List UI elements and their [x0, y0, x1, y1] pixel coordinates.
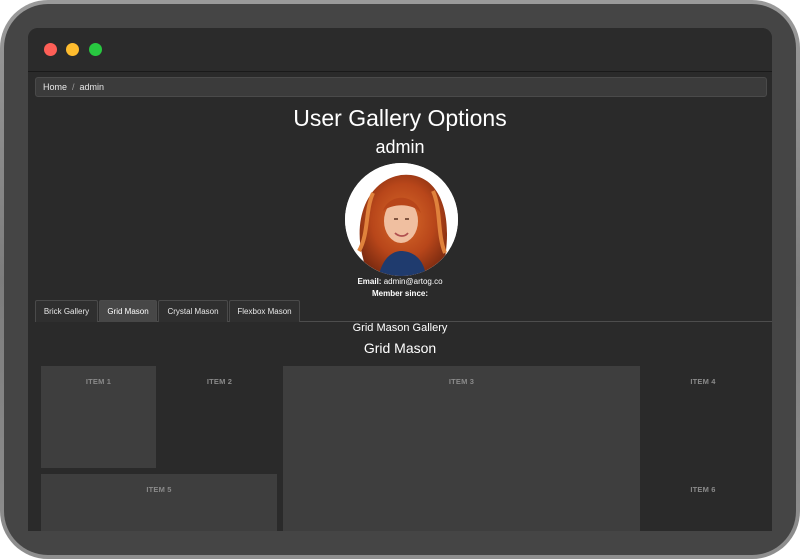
gallery-tabs: Brick Gallery Grid Mason Crystal Mason F…	[35, 300, 772, 322]
profile-member-since: Member since:	[28, 289, 772, 298]
member-since-label: Member since:	[371, 289, 429, 298]
avatar	[345, 163, 458, 276]
gallery-item[interactable]: ITEM 5	[41, 474, 277, 531]
breadcrumb-separator: /	[72, 82, 75, 92]
tab-flexbox-mason[interactable]: Flexbox Mason	[229, 300, 300, 322]
maximize-window-button[interactable]	[89, 43, 102, 56]
gallery-item[interactable]: ITEM 1	[41, 366, 156, 468]
email-label: Email:	[357, 277, 382, 286]
minimize-window-button[interactable]	[66, 43, 79, 56]
window-titlebar	[28, 28, 772, 72]
email-value: admin@artog.co	[383, 277, 443, 286]
tab-grid-mason[interactable]: Grid Mason	[99, 300, 157, 322]
close-window-button[interactable]	[44, 43, 57, 56]
gallery-item[interactable]: ITEM 4	[640, 366, 766, 468]
username-heading: admin	[375, 137, 425, 157]
gallery-item[interactable]: ITEM 2	[156, 366, 283, 468]
gallery-label: Grid Mason Gallery	[352, 322, 448, 334]
page-title: User Gallery Options	[293, 105, 507, 131]
breadcrumb-current: admin	[79, 82, 105, 92]
avatar-portrait-image	[345, 163, 458, 276]
breadcrumb-home-link[interactable]: Home	[43, 82, 67, 92]
gallery-item[interactable]: ITEM 3	[283, 366, 640, 531]
breadcrumb: Home / admin	[35, 77, 767, 97]
browser-window: Home / admin User Gallery Options admin E	[28, 28, 772, 531]
tab-crystal-mason[interactable]: Crystal Mason	[158, 300, 228, 322]
tab-brick-gallery[interactable]: Brick Gallery	[35, 300, 98, 322]
profile-email: Email: admin@artog.co	[28, 277, 772, 286]
gallery-title: Grid Mason	[363, 340, 437, 356]
gallery-item[interactable]: ITEM 6	[640, 474, 766, 531]
